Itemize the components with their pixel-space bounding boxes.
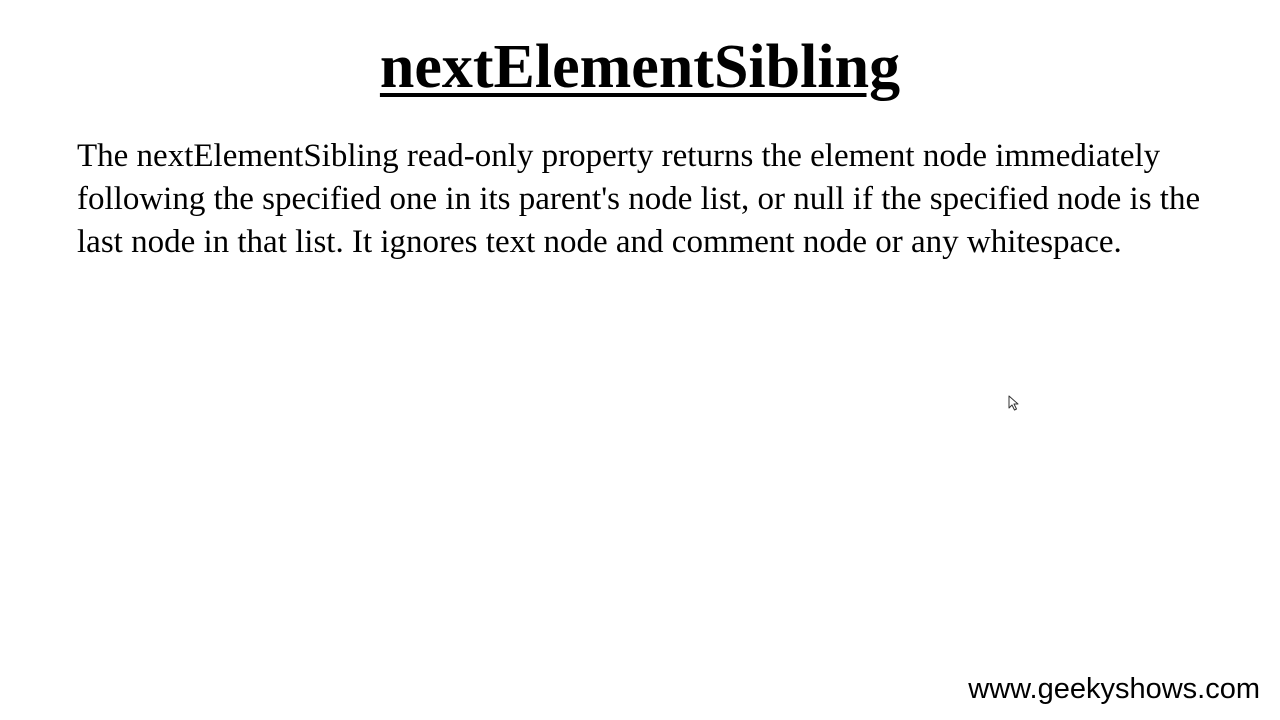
- slide-title: nextElementSibling: [379, 33, 901, 101]
- slide-description: The nextElementSibling read-only propert…: [77, 138, 1201, 260]
- slide: nextElementSibling The nextElementSiblin…: [0, 0, 1280, 720]
- mouse-pointer-icon: [1008, 395, 1019, 411]
- site-watermark: www.geekyshows.com: [968, 673, 1260, 705]
